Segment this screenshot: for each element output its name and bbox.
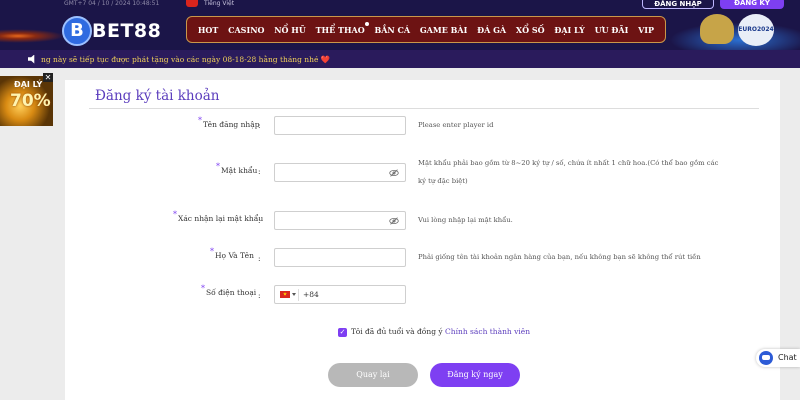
nav-item-the-thao-label: THỂ THAO [315, 24, 365, 35]
announcement-text: ng này sẽ tiếp tục được phát tặng vào cá… [41, 54, 331, 64]
chat-label: Chat [778, 353, 797, 362]
colon: : [258, 216, 261, 225]
divider [298, 289, 299, 301]
phone-label: *Số điện thoại [201, 284, 257, 297]
eye-off-icon[interactable] [389, 217, 399, 225]
fullname-hint: Phải giống tên tài khoản ngân hàng của b… [418, 253, 701, 261]
required-icon: * [198, 116, 202, 125]
main-nav: HOT CASINO NỔ HŨ THỂ THAO BẮN CÁ GAME BÀ… [186, 16, 666, 43]
eye-off-icon[interactable] [389, 169, 399, 177]
confirm-password-hint: Vui lòng nhập lại mật khẩu. [418, 216, 513, 224]
site-header: GMT+7 04 / 10 / 2024 10:48:51 Tiếng Việt… [0, 0, 800, 50]
login-button[interactable]: ĐĂNG NHẬP [642, 0, 714, 9]
trophy-icon [700, 14, 734, 44]
register-button[interactable]: ĐĂNG KÝ [720, 0, 784, 9]
confirm-password-input[interactable] [274, 211, 406, 230]
agree-label: Tôi đã đủ tuổi và đồng ý [351, 327, 443, 336]
nav-item-da-ga[interactable]: ĐÁ GÀ [477, 25, 506, 35]
colon: : [258, 254, 261, 263]
register-panel: Đăng ký tài khoản *Tên đăng nhập : Pleas… [65, 80, 780, 400]
agree-checkbox[interactable]: ✓ [338, 328, 347, 337]
phone-prefix: +84 [303, 290, 319, 299]
nav-item-hot[interactable]: HOT [198, 25, 218, 35]
colon: : [258, 167, 261, 176]
promo-percent: 70% [10, 91, 51, 111]
fullname-label: *Họ Và Tên [210, 247, 254, 260]
euro-2024-badge: EURO2024 [738, 14, 774, 46]
nav-item-uu-dai[interactable]: ƯU ĐÃI [595, 25, 629, 35]
speaker-icon [28, 54, 35, 64]
promo-title: ĐẠI LÝ [14, 80, 43, 89]
vietnam-flag-icon [186, 0, 198, 7]
fullname-input[interactable] [274, 248, 406, 267]
chat-widget[interactable]: Chat [756, 349, 800, 367]
password-label: *Mật khẩu [216, 162, 258, 175]
datetime-text: GMT+7 04 / 10 / 2024 10:48:51 [64, 0, 160, 7]
confirm-password-label: *Xác nhận lại mật khẩu [173, 210, 264, 223]
logo-text[interactable]: BET88 [92, 20, 161, 42]
required-icon: * [201, 284, 205, 293]
back-button[interactable]: Quay lại [328, 363, 418, 387]
password-hint-line-2: ký tự đặc biệt) [418, 177, 468, 185]
nav-item-dai-ly[interactable]: ĐẠI LÝ [554, 25, 585, 35]
username-hint: Please enter player id [418, 121, 494, 129]
agent-promo-banner[interactable]: ĐẠI LÝ 70% [0, 76, 53, 126]
password-hint-line-1: Mật khẩu phải bao gồm từ 8~20 ký tự / số… [418, 159, 719, 167]
phone-label-text: Số điện thoại [206, 288, 257, 297]
chat-icon [759, 351, 773, 365]
nav-item-no-hu[interactable]: NỔ HŨ [274, 25, 306, 35]
colon: : [258, 121, 261, 130]
required-icon: * [210, 247, 214, 256]
fullname-label-text: Họ Và Tên [215, 251, 254, 260]
nav-item-casino[interactable]: CASINO [228, 25, 264, 35]
language-selector[interactable]: Tiếng Việt [204, 0, 234, 7]
agree-text: Tôi đã đủ tuổi và đồng ý Chính sách thàn… [351, 327, 530, 336]
divider [89, 108, 759, 109]
submit-register-button[interactable]: Đăng ký ngay [430, 363, 520, 387]
page-title: Đăng ký tài khoản [95, 88, 220, 104]
ball-icon [364, 21, 369, 26]
required-icon: * [173, 210, 177, 219]
username-input[interactable] [274, 116, 406, 135]
chevron-down-icon[interactable] [292, 293, 296, 296]
username-label: *Tên đăng nhập [198, 116, 260, 129]
nav-item-ban-ca[interactable]: BẮN CÁ [374, 25, 410, 35]
nav-item-xo-so[interactable]: XỔ SỐ [516, 25, 545, 35]
phone-input[interactable]: +84 [274, 285, 406, 304]
announcement-bar: ng này sẽ tiếp tục được phát tặng vào cá… [0, 50, 800, 68]
confirm-password-label-text: Xác nhận lại mật khẩu [178, 214, 264, 223]
colon: : [258, 291, 261, 300]
password-label-text: Mật khẩu [221, 166, 258, 175]
logo-icon[interactable]: B [62, 16, 92, 46]
required-icon: * [216, 162, 220, 171]
password-input[interactable] [274, 163, 406, 182]
nav-item-game-bai[interactable]: GAME BÀI [420, 25, 468, 35]
vietnam-flag-icon[interactable] [280, 291, 290, 298]
nav-item-vip[interactable]: VIP [638, 25, 654, 35]
member-policy-link[interactable]: Chính sách thành viên [445, 327, 530, 336]
username-label-text: Tên đăng nhập [203, 120, 260, 129]
nav-item-the-thao[interactable]: THỂ THAO [315, 21, 369, 35]
close-icon[interactable]: ✕ [43, 73, 53, 82]
